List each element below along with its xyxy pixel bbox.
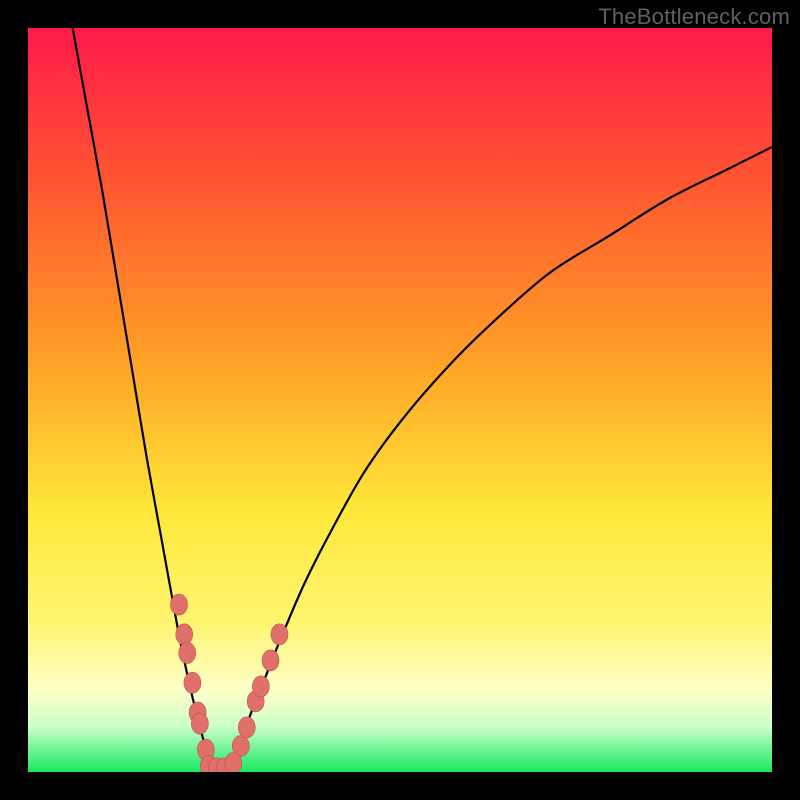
data-dot [171, 594, 188, 615]
chart-svg [28, 28, 772, 772]
data-dot [179, 642, 196, 663]
gradient-background [28, 28, 772, 772]
plot-area [28, 28, 772, 772]
outer-frame: TheBottleneck.com [0, 0, 800, 800]
data-dot [252, 676, 269, 697]
data-dot [262, 650, 279, 671]
data-dot [191, 713, 208, 734]
data-dot [225, 753, 242, 772]
data-dot [176, 624, 193, 645]
data-dot [184, 672, 201, 693]
data-dot [271, 624, 288, 645]
data-dot [238, 717, 255, 738]
watermark-text: TheBottleneck.com [598, 4, 790, 30]
